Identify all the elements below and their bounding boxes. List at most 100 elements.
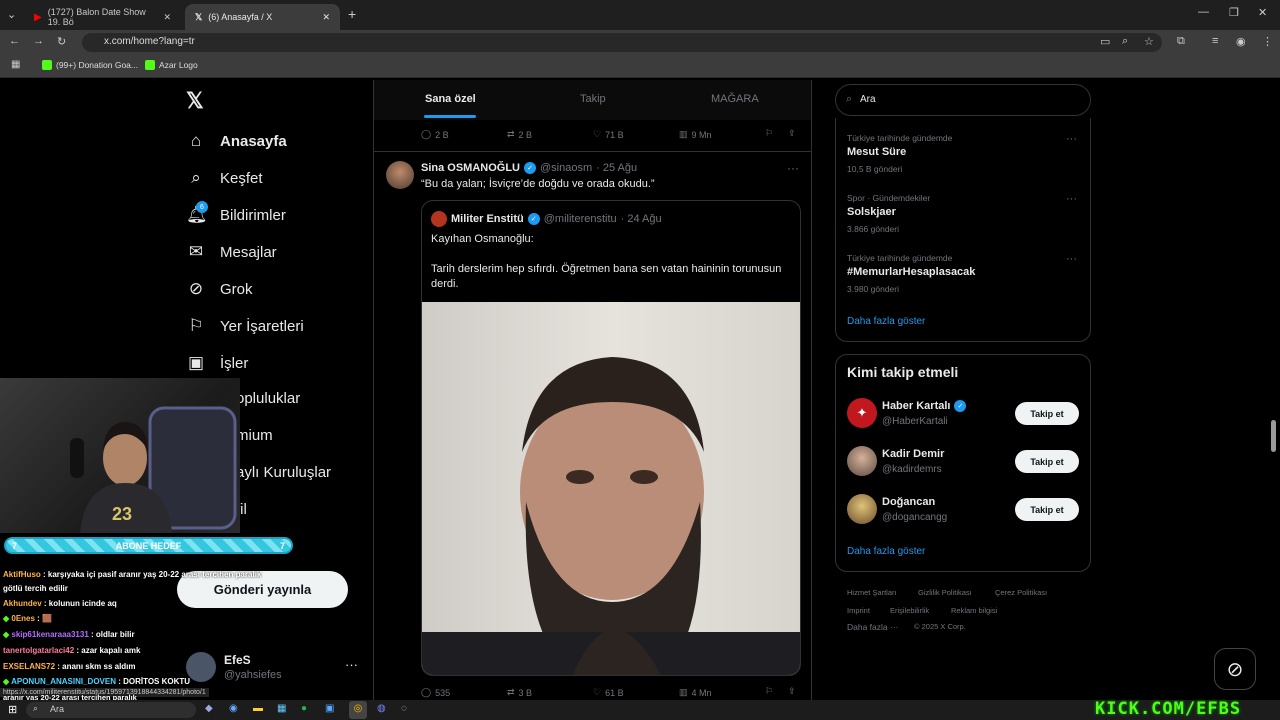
repost-button[interactable]: ⇄ 2 B <box>507 129 532 140</box>
nav-verified-orgs[interactable]: aylı Kuruluşlar <box>236 464 331 481</box>
author-handle[interactable]: @sinaosm <box>540 162 592 174</box>
reply-button[interactable]: ◯ 2 B <box>421 129 449 140</box>
grok-float-button[interactable]: ⊘ <box>1214 648 1256 690</box>
nav-home[interactable]: ⌂ Anasayfa <box>186 131 287 151</box>
views-button[interactable]: ▥ 4 Mn <box>679 687 712 698</box>
bookmark-donation[interactable]: (99+) Donation Goa... <box>42 60 138 70</box>
taskbar-app-icon[interactable]: ◉ <box>229 703 238 714</box>
media-icon[interactable]: ≡ <box>1212 35 1218 47</box>
taskbar-app-icon[interactable]: ▣ <box>325 703 334 714</box>
footer-more[interactable]: Daha fazla ··· <box>847 622 899 632</box>
footer-ads-info[interactable]: Reklam bilgisi <box>951 606 997 615</box>
user-name[interactable]: Kadir Demir <box>882 448 944 460</box>
nav-premium[interactable]: mium <box>236 427 273 444</box>
user-name[interactable]: Haber Kartalı <box>882 400 950 412</box>
star-icon[interactable]: ☆ <box>1144 35 1154 48</box>
chrome-icon[interactable]: ◎ <box>349 701 367 719</box>
trend-topic[interactable]: Mesut Süre <box>847 146 906 158</box>
nav-label: Mesajlar <box>220 243 277 261</box>
close-window-icon[interactable]: ✕ <box>1258 6 1267 19</box>
taskbar-app-icon[interactable]: ▦ <box>277 703 286 714</box>
minimize-icon[interactable]: — <box>1198 6 1209 18</box>
tab-magara[interactable]: MAĞARA <box>711 93 759 105</box>
scrollbar-thumb[interactable] <box>1271 420 1276 452</box>
trend-more-icon[interactable]: ··· <box>1066 253 1077 265</box>
share-icon[interactable]: ⇪ <box>788 686 796 697</box>
reload-icon[interactable]: ↻ <box>57 35 66 48</box>
extensions-icon[interactable]: ⧉ <box>1177 35 1185 48</box>
trend-more-icon[interactable]: ··· <box>1066 193 1077 205</box>
author-avatar[interactable] <box>386 161 414 189</box>
nav-communities[interactable]: opluluklar <box>236 390 300 407</box>
tab-following[interactable]: Takip <box>580 93 606 105</box>
browser-tab-youtube[interactable]: ▶ (1727) Balon Date Show 19. Bö ✕ <box>24 4 181 30</box>
views-button[interactable]: ▥ 9 Mn <box>679 129 712 140</box>
nav-label: Bildirimler <box>220 206 286 224</box>
browser-tab-x[interactable]: 𝕏 (6) Anasayfa / X ✕ <box>185 4 340 30</box>
close-icon[interactable]: ✕ <box>322 12 330 23</box>
close-icon[interactable]: ✕ <box>163 12 171 23</box>
footer-terms[interactable]: Hizmet Şartları <box>847 588 897 597</box>
trend-more-icon[interactable]: ··· <box>1066 133 1077 145</box>
trend-topic[interactable]: Solskjaer <box>847 206 896 218</box>
bookmark-azar-logo[interactable]: Azar Logo <box>145 60 198 70</box>
like-button[interactable]: ♡ 61 B <box>593 687 624 698</box>
forward-icon[interactable]: → <box>33 35 44 47</box>
account-avatar[interactable] <box>186 652 216 682</box>
nav-explore[interactable]: ⌕ Keşfet <box>186 168 262 188</box>
quote-photo[interactable] <box>422 302 800 675</box>
trends-show-more[interactable]: Daha fazla göster <box>847 316 925 327</box>
follow-show-more[interactable]: Daha fazla göster <box>847 546 925 557</box>
tab-for-you[interactable]: Sana özel <box>425 93 476 105</box>
follow-button[interactable]: Takip et <box>1015 450 1079 473</box>
post-more-icon[interactable]: ··· <box>787 161 799 175</box>
new-tab-icon[interactable]: + <box>348 6 356 22</box>
nav-bookmarks[interactable]: ⚐ Yer İşaretleri <box>186 316 303 336</box>
nav-notifications[interactable]: 🔔︎ 6 Bildirimler <box>186 201 286 225</box>
taskbar-search[interactable]: ⌕ Ara <box>26 702 196 718</box>
taskbar-app-icon[interactable]: ◌ <box>401 703 407 714</box>
repost-button[interactable]: ⇄ 3 B <box>507 687 532 698</box>
author-name[interactable]: Sina OSMANOĞLU <box>421 162 520 174</box>
footer-accessibility[interactable]: Erişilebilirlik <box>890 606 929 615</box>
bookmark-icon[interactable]: ⚐ <box>765 128 773 139</box>
goal-left-value: 7 <box>12 540 18 551</box>
back-icon[interactable]: ← <box>9 35 20 47</box>
folder-icon[interactable]: ▬ <box>253 703 263 714</box>
follow-button[interactable]: Takip et <box>1015 402 1079 425</box>
taskbar-app-icon[interactable]: ◆ <box>205 703 213 714</box>
nav-messages[interactable]: ✉ Mesajlar <box>186 242 277 262</box>
menu-icon[interactable]: ⋮ <box>1262 35 1273 48</box>
like-button[interactable]: ♡ 71 B <box>593 129 624 140</box>
post-date[interactable]: · 25 Ağu <box>596 162 637 174</box>
nav-jobs[interactable]: ▣ İşler <box>186 353 248 373</box>
spotify-icon[interactable]: ● <box>301 703 307 714</box>
profile-icon[interactable]: ◉ <box>1236 35 1246 48</box>
start-icon[interactable]: ⊞ <box>8 703 17 716</box>
quoted-post[interactable]: Militer Enstitü ✓ @militerenstitu · 24 A… <box>421 200 801 676</box>
discord-icon[interactable]: ◍ <box>377 703 386 714</box>
user-name[interactable]: Doğancan <box>882 496 935 508</box>
bookmark-icon[interactable]: ⚐ <box>765 686 773 697</box>
reply-button[interactable]: ◯ 535 <box>421 687 450 698</box>
tab-search-icon[interactable]: ⌄ <box>7 8 16 21</box>
footer-cookies[interactable]: Çerez Politikası <box>995 588 1047 597</box>
user-avatar[interactable] <box>847 446 877 476</box>
footer-imprint[interactable]: Imprint <box>847 606 870 615</box>
zoom-icon[interactable]: ⌕ <box>1122 35 1128 48</box>
views-count: 4 Mn <box>691 687 712 698</box>
trend-topic[interactable]: #MemurlarHesaplasacak <box>847 266 975 278</box>
apps-icon[interactable]: ▦ <box>11 59 20 70</box>
footer-privacy[interactable]: Gizlilik Politikası <box>918 588 972 597</box>
x-logo-icon[interactable]: 𝕏 <box>186 88 204 114</box>
install-icon[interactable]: ▭ <box>1100 35 1110 48</box>
address-bar[interactable]: x.com/home?lang=tr <box>82 33 1162 52</box>
share-icon[interactable]: ⇪ <box>788 128 796 139</box>
nav-grok[interactable]: ⊘ Grok <box>186 279 253 299</box>
user-avatar[interactable]: ✦ <box>847 398 877 428</box>
maximize-icon[interactable]: ❐ <box>1229 6 1239 19</box>
search-input[interactable]: ⌕ Ara <box>835 84 1091 116</box>
user-avatar[interactable] <box>847 494 877 524</box>
follow-button[interactable]: Takip et <box>1015 498 1079 521</box>
account-more-icon[interactable]: ··· <box>345 657 358 672</box>
